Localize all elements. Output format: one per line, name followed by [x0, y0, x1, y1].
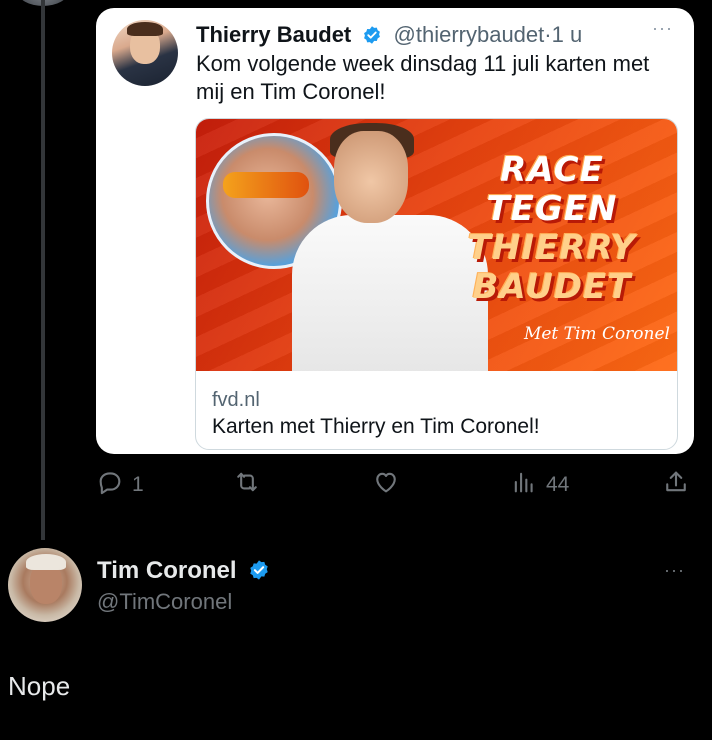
quoted-author-handle[interactable]: @thierrybaudet — [394, 22, 545, 47]
banner-line: RACE — [500, 150, 604, 190]
reply-author-handle[interactable]: @TimCoronel — [97, 589, 232, 615]
link-title: Karten met Thierry en Tim Coronel! — [212, 415, 540, 438]
link-preview-image: RACE TEGEN THIERRY BAUDET Met Tim Corone… — [196, 119, 677, 371]
views-icon — [510, 468, 538, 502]
verified-badge-icon — [362, 23, 382, 53]
reply-button[interactable]: 1 — [96, 468, 144, 502]
banner-line: BAUDET — [472, 267, 632, 307]
share-button[interactable] — [662, 468, 690, 502]
share-icon — [662, 468, 690, 502]
quoted-tweet-header: Thierry Baudet @thierrybaudet·1 u — [196, 20, 582, 53]
link-preview-card[interactable]: RACE TEGEN THIERRY BAUDET Met Tim Corone… — [195, 118, 678, 450]
reply-more-icon[interactable]: ··· — [664, 560, 685, 581]
link-domain: fvd.nl — [212, 389, 260, 411]
views-button[interactable]: 44 — [510, 468, 569, 502]
views-count: 44 — [546, 473, 570, 496]
reply-tweet-text: Nope — [8, 671, 71, 701]
like-button[interactable] — [372, 468, 408, 502]
reply-icon — [96, 468, 124, 502]
thread-connector-line — [41, 0, 45, 540]
retweet-icon — [232, 468, 262, 502]
quoted-tweet-age[interactable]: 1 u — [552, 22, 583, 47]
separator-dot: · — [544, 22, 552, 47]
banner-subtitle: Met Tim Coronel — [523, 324, 670, 344]
verified-badge-icon — [248, 559, 270, 588]
like-icon — [372, 468, 400, 502]
banner-headline: RACE TEGEN THIERRY BAUDET — [434, 151, 670, 307]
quoted-more-icon[interactable]: ··· — [652, 18, 673, 39]
banner-line: TEGEN — [486, 189, 618, 229]
reply-author-header: Tim Coronel — [97, 557, 275, 588]
retweet-button[interactable] — [232, 468, 270, 502]
quoted-author-avatar[interactable] — [112, 20, 178, 86]
quoted-tweet-card[interactable]: Thierry Baudet @thierrybaudet·1 u ··· Ko… — [96, 8, 694, 454]
reply-count: 1 — [132, 473, 144, 496]
reply-author-avatar[interactable] — [8, 548, 82, 622]
quoted-tweet-text: Kom volgende week dinsdag 11 juli karten… — [196, 51, 650, 104]
tweet-action-bar: 1 44 — [96, 468, 694, 504]
banner-line: THIERRY — [467, 228, 637, 268]
reply-author-name[interactable]: Tim Coronel — [97, 557, 237, 584]
quoted-author-name[interactable]: Thierry Baudet — [196, 22, 351, 47]
